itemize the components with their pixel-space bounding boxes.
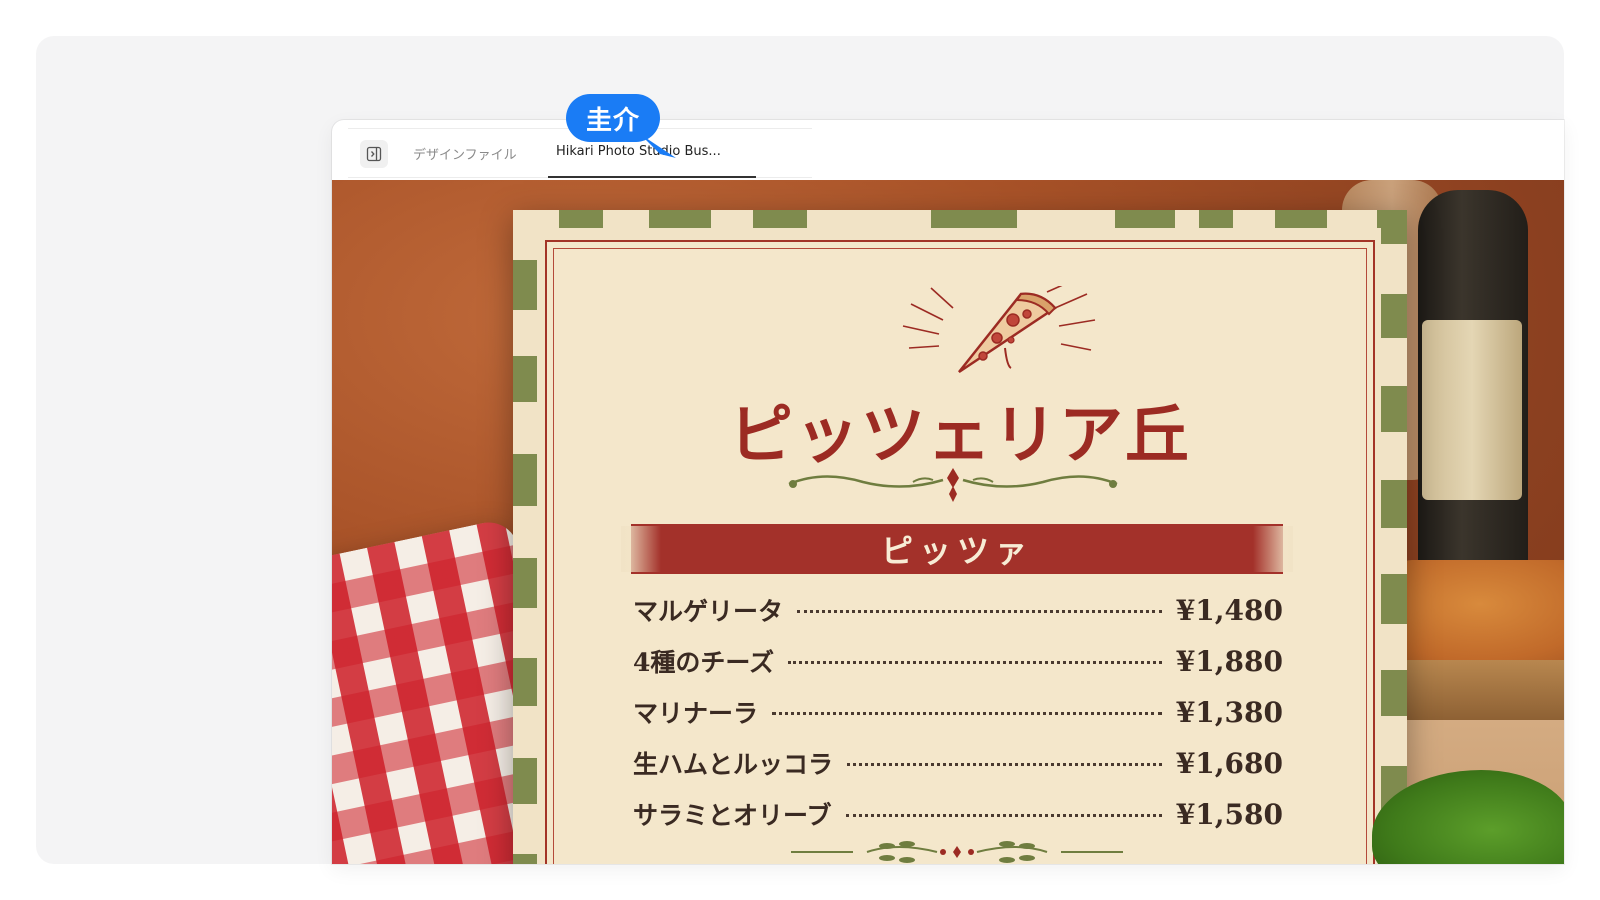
- collaborator-cursor-label: 圭介: [566, 94, 660, 142]
- menu-card[interactable]: ピッツェリア丘 ピッツァ マルゲリータ ¥1,480 4種のチーズ ¥1,880…: [513, 210, 1407, 864]
- design-canvas[interactable]: ピッツェリア丘 ピッツァ マルゲリータ ¥1,480 4種のチーズ ¥1,880…: [332, 180, 1564, 864]
- stripe-border-top: [559, 210, 1407, 228]
- menu-item: 生ハムとルッコラ ¥1,680: [633, 745, 1283, 796]
- menu-item: 4種のチーズ ¥1,880: [633, 643, 1283, 694]
- panel-toggle-button[interactable]: [360, 140, 388, 168]
- menu-item-price: ¥1,880: [1175, 645, 1283, 678]
- menu-item-leader: [845, 814, 1162, 817]
- menu-item-price: ¥1,480: [1175, 594, 1283, 627]
- menu-item-price: ¥1,380: [1175, 696, 1283, 729]
- stripe-border-left: [513, 260, 537, 864]
- tab-design-file[interactable]: デザインファイル: [413, 144, 517, 163]
- editor-window: デザインファイル Hikari Photo Studio Bus... ピッツェ…: [332, 120, 1564, 864]
- pizza-slice-icon: [902, 286, 1096, 374]
- cutting-board: [1402, 660, 1564, 720]
- section-banner: ピッツァ: [621, 524, 1293, 574]
- menu-item-name: 4種のチーズ: [633, 648, 775, 677]
- stripe-border-right: [1381, 210, 1407, 812]
- title-flourish-ornament: [788, 468, 1118, 502]
- pizza-background: [1392, 560, 1564, 670]
- menu-item: マルゲリータ ¥1,480: [633, 592, 1283, 643]
- menu-item-leader: [772, 712, 1162, 715]
- menu-item-leader: [847, 763, 1162, 766]
- menu-item-leader: [788, 661, 1162, 664]
- menu-item-name: マルゲリータ: [633, 597, 784, 626]
- menu-item-name: 生ハムとルッコラ: [633, 750, 834, 779]
- menu-item-name: サラミとオリーブ: [633, 801, 832, 830]
- active-tab-indicator: [548, 176, 756, 178]
- menu-item-price: ¥1,680: [1175, 747, 1283, 780]
- menu-item-leader: [797, 610, 1162, 613]
- wine-bottle-label: [1422, 320, 1522, 500]
- menu-items-list: マルゲリータ ¥1,480 4種のチーズ ¥1,880 マリナーラ ¥1,380: [633, 592, 1283, 847]
- menu-item-name: マリナーラ: [633, 699, 759, 728]
- footer-laurel-ornament: [791, 841, 1123, 863]
- section-title: ピッツァ: [880, 532, 1033, 570]
- menu-title: ピッツェリア丘: [729, 398, 1191, 473]
- menu-item: マリナーラ ¥1,380: [633, 694, 1283, 745]
- sidebar-toggle-icon: [366, 146, 382, 162]
- menu-item-price: ¥1,580: [1175, 798, 1283, 831]
- menu-border-frame: ピッツェリア丘 ピッツァ マルゲリータ ¥1,480 4種のチーズ ¥1,880…: [545, 240, 1375, 864]
